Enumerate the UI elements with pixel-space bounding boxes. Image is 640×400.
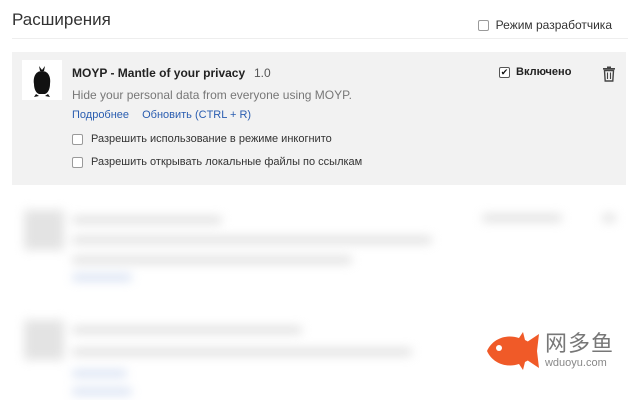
enabled-checkbox[interactable]: ✔: [499, 66, 510, 78]
incognito-label: Разрешить использование в режиме инкогни…: [91, 133, 332, 145]
fish-logo-icon: [486, 332, 539, 370]
watermark: 网多鱼 wduoyu.com: [483, 328, 614, 374]
developer-mode-label: Режим разработчика: [495, 18, 612, 32]
developer-mode-toggle[interactable]: Режим разработчика: [477, 18, 612, 32]
extension-links: Подробнее Обновить (CTRL + R): [72, 109, 261, 121]
title-divider: [12, 38, 628, 39]
developer-mode-checkbox[interactable]: [477, 19, 489, 31]
incognito-checkbox[interactable]: [72, 133, 83, 145]
file-urls-option[interactable]: Разрешить открывать локальные файлы по с…: [72, 156, 362, 168]
enabled-label: Включено: [516, 66, 572, 78]
file-urls-checkbox[interactable]: [72, 156, 83, 168]
enabled-toggle[interactable]: ✔ Включено: [499, 66, 571, 78]
page-title: Расширения: [12, 10, 111, 29]
watermark-chinese-text: 网多鱼: [544, 331, 614, 356]
details-link[interactable]: Подробнее: [72, 109, 129, 121]
blurred-extension-card: [12, 202, 626, 297]
cloaked-figure-icon: [22, 60, 62, 100]
extension-name: MOYP - Mantle of your privacy: [72, 66, 246, 80]
extension-description: Hide your personal data from everyone us…: [72, 88, 352, 102]
file-urls-label: Разрешить открывать локальные файлы по с…: [91, 156, 363, 168]
reload-link[interactable]: Обновить (CTRL + R): [142, 109, 251, 121]
extension-version: 1.0: [254, 66, 271, 80]
extension-card: MOYP - Mantle of your privacy 1.0 Hide y…: [12, 52, 626, 185]
watermark-url: wduoyu.com: [544, 357, 607, 369]
trash-icon[interactable]: [602, 66, 616, 82]
incognito-option[interactable]: Разрешить использование в режиме инкогни…: [72, 133, 332, 145]
